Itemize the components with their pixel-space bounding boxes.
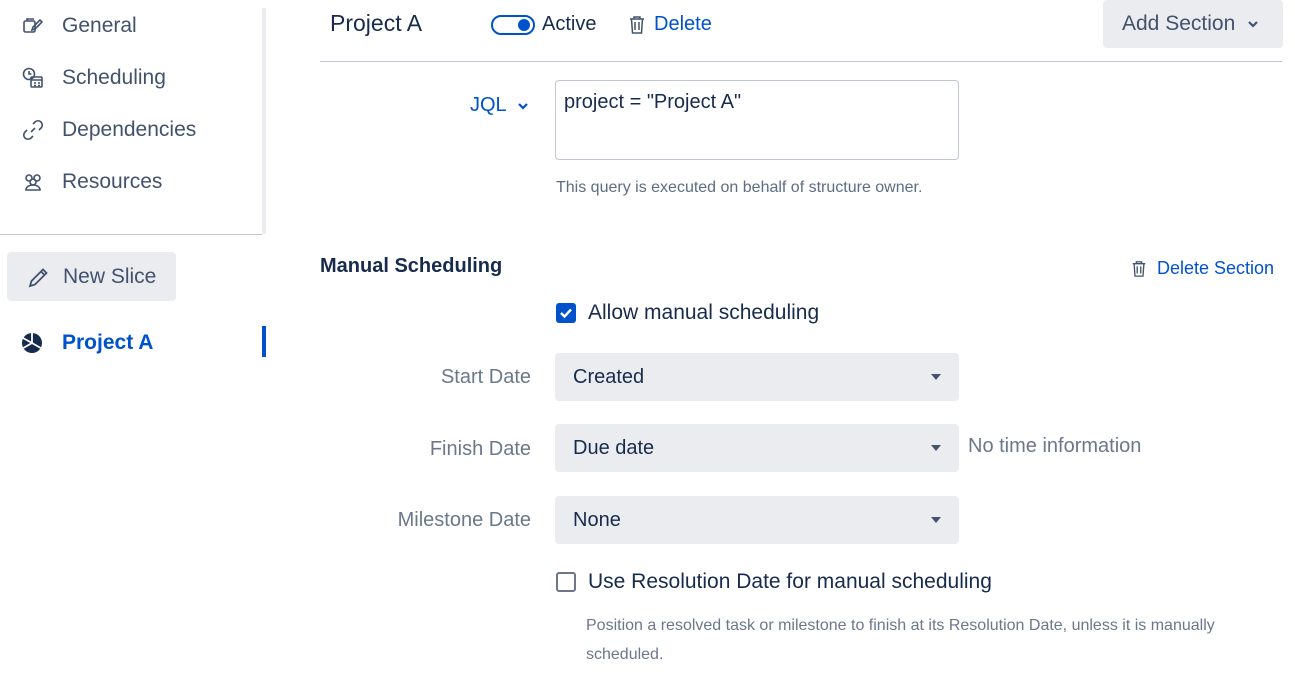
resolution-description: Position a resolved task or milestone to… [586, 617, 1215, 663]
pencil-icon [27, 265, 51, 289]
finish-date-note: No time information [968, 435, 1142, 457]
page-title: Project A [330, 10, 423, 36]
trash-icon [1131, 260, 1147, 278]
active-label: Active [542, 13, 597, 35]
caret-down-icon [931, 374, 941, 380]
jql-query-input[interactable]: project = "Project A" [555, 80, 959, 160]
delete-label: Delete [654, 13, 712, 35]
calendar-clock-icon [20, 65, 46, 91]
jql-help-text: This query is executed on behalf of stru… [556, 179, 923, 196]
start-date-label: Start Date [440, 366, 531, 388]
chevron-down-icon [1247, 18, 1259, 30]
new-slice-label: New Slice [63, 264, 157, 288]
new-slice-button[interactable]: New Slice [7, 252, 176, 301]
settings-edit-icon [20, 13, 46, 39]
checkbox-unchecked-icon [556, 572, 576, 592]
trash-icon [628, 15, 646, 35]
active-indicator [262, 326, 266, 357]
delete-section-button[interactable]: Delete Section [1131, 258, 1274, 279]
sidebar-item-label: General [62, 14, 137, 37]
sidebar-item-label: Scheduling [62, 66, 166, 89]
link-icon [20, 117, 46, 143]
add-section-button[interactable]: Add Section [1103, 0, 1283, 48]
use-resolution-date-label: Use Resolution Date for manual schedulin… [588, 570, 992, 593]
delete-section-label: Delete Section [1157, 258, 1275, 278]
checkbox-checked-icon [556, 303, 576, 323]
jql-mode-dropdown[interactable]: JQL [470, 94, 529, 117]
pie-chart-icon [20, 331, 44, 355]
caret-down-icon [931, 445, 941, 451]
delete-button[interactable]: Delete [628, 13, 712, 36]
toggle-knob [518, 19, 530, 31]
allow-manual-scheduling-checkbox[interactable]: Allow manual scheduling [556, 301, 819, 325]
project-label: Project A [62, 331, 154, 354]
add-section-label: Add Section [1122, 12, 1236, 35]
caret-down-icon [931, 517, 941, 523]
sidebar-item-scheduling[interactable]: Scheduling [20, 62, 166, 94]
sidebar-divider [262, 8, 266, 234]
finish-date-value: Due date [573, 436, 655, 459]
sidebar-item-general[interactable]: General [20, 10, 137, 42]
allow-manual-scheduling-label: Allow manual scheduling [588, 301, 820, 324]
sidebar-item-label: Dependencies [62, 118, 197, 141]
sidebar-item-label: Resources [62, 170, 163, 193]
start-date-value: Created [573, 365, 645, 388]
finish-date-label: Finish Date [429, 438, 531, 460]
sidebar: General Scheduling Dependencies Resource… [0, 0, 266, 678]
use-resolution-date-checkbox[interactable]: Use Resolution Date for manual schedulin… [556, 570, 992, 594]
people-icon [20, 169, 46, 195]
sidebar-item-dependencies[interactable]: Dependencies [20, 114, 196, 146]
jql-label: JQL [470, 94, 507, 116]
sidebar-item-project-a[interactable]: Project A [20, 328, 153, 358]
sidebar-item-resources[interactable]: Resources [20, 166, 162, 198]
chevron-down-icon [517, 100, 529, 112]
milestone-date-select[interactable]: None [555, 496, 959, 544]
sidebar-separator [0, 234, 262, 235]
header-divider [320, 61, 1282, 62]
start-date-select[interactable]: Created [555, 353, 959, 401]
milestone-date-value: None [573, 508, 621, 531]
milestone-date-label: Milestone Date [397, 509, 531, 531]
section-title: Manual Scheduling [320, 255, 503, 277]
finish-date-select[interactable]: Due date [555, 424, 959, 472]
active-toggle[interactable] [491, 15, 535, 35]
